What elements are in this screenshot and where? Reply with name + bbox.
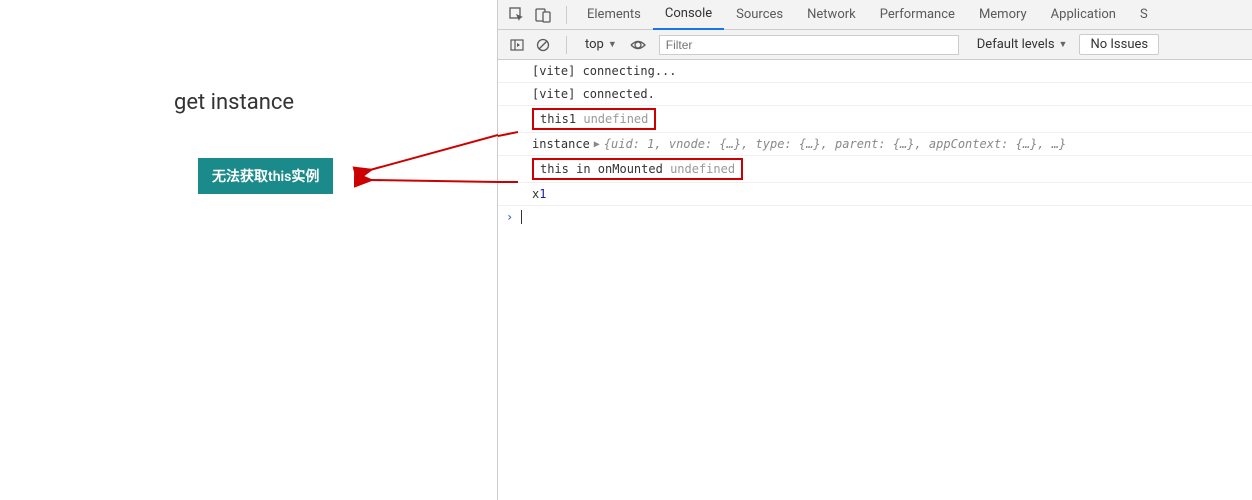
console-log-row: [vite] connected. bbox=[498, 83, 1252, 106]
log-value: undefined bbox=[583, 112, 648, 126]
separator bbox=[566, 36, 567, 54]
tab-sources[interactable]: Sources bbox=[724, 0, 795, 30]
tab-performance[interactable]: Performance bbox=[868, 0, 967, 30]
console-log-row: this in onMounted undefined bbox=[498, 156, 1252, 183]
highlight-box: this in onMounted undefined bbox=[532, 158, 743, 180]
console-body: [vite] connecting... [vite] connected. t… bbox=[498, 60, 1252, 500]
tab-console[interactable]: Console bbox=[653, 0, 724, 30]
log-text: instance bbox=[532, 137, 590, 151]
expand-icon[interactable]: ▶ bbox=[594, 139, 600, 150]
console-log-row: [vite] connecting... bbox=[498, 60, 1252, 83]
context-selector[interactable]: top ▼ bbox=[579, 37, 623, 52]
separator bbox=[566, 6, 567, 24]
log-preview: {uid: 1, vnode: {…}, type: {…}, parent: … bbox=[604, 137, 1066, 151]
annotation-box: 无法获取this实例 bbox=[198, 158, 333, 194]
tab-application[interactable]: Application bbox=[1039, 0, 1128, 30]
chevron-down-icon: ▼ bbox=[608, 39, 617, 50]
cursor bbox=[521, 210, 522, 224]
console-log-row: x 1 bbox=[498, 183, 1252, 206]
devtools-tabs: Elements Console Sources Network Perform… bbox=[498, 0, 1252, 30]
issues-button[interactable]: No Issues bbox=[1079, 34, 1159, 55]
devtools-pane: Elements Console Sources Network Perform… bbox=[498, 0, 1252, 500]
filter-input[interactable] bbox=[659, 35, 959, 55]
console-prompt[interactable]: › bbox=[498, 206, 1252, 228]
tab-more[interactable]: S bbox=[1128, 0, 1160, 30]
sidebar-toggle-icon[interactable] bbox=[506, 34, 528, 56]
console-log-row: this1 undefined bbox=[498, 106, 1252, 133]
console-toolbar: top ▼ Default levels ▼ No Issues bbox=[498, 30, 1252, 60]
log-text: this1 bbox=[540, 112, 576, 126]
annotation-arrows bbox=[0, 0, 498, 500]
console-log-row: instance ▶ {uid: 1, vnode: {…}, type: {…… bbox=[498, 133, 1252, 156]
chevron-down-icon: ▼ bbox=[1059, 39, 1068, 50]
context-label: top bbox=[585, 37, 604, 52]
page-pane: get instance 无法获取this实例 bbox=[0, 0, 498, 500]
inspect-icon[interactable] bbox=[506, 4, 528, 26]
page-title: get instance bbox=[174, 90, 294, 115]
log-text: [vite] connecting... bbox=[532, 64, 677, 78]
log-value: 1 bbox=[539, 187, 546, 201]
clear-console-icon[interactable] bbox=[532, 34, 554, 56]
tab-memory[interactable]: Memory bbox=[967, 0, 1039, 30]
log-value: undefined bbox=[670, 162, 735, 176]
highlight-box: this1 undefined bbox=[532, 108, 656, 130]
device-toggle-icon[interactable] bbox=[532, 4, 554, 26]
log-text: [vite] connected. bbox=[532, 87, 655, 101]
tab-network[interactable]: Network bbox=[795, 0, 868, 30]
log-text: this in onMounted bbox=[540, 162, 663, 176]
live-expression-icon[interactable] bbox=[627, 34, 649, 56]
tab-elements[interactable]: Elements bbox=[575, 0, 653, 30]
log-text: x bbox=[532, 187, 539, 201]
levels-label: Default levels bbox=[977, 37, 1055, 52]
chevron-right-icon: › bbox=[506, 210, 513, 224]
levels-selector[interactable]: Default levels ▼ bbox=[969, 37, 1076, 52]
